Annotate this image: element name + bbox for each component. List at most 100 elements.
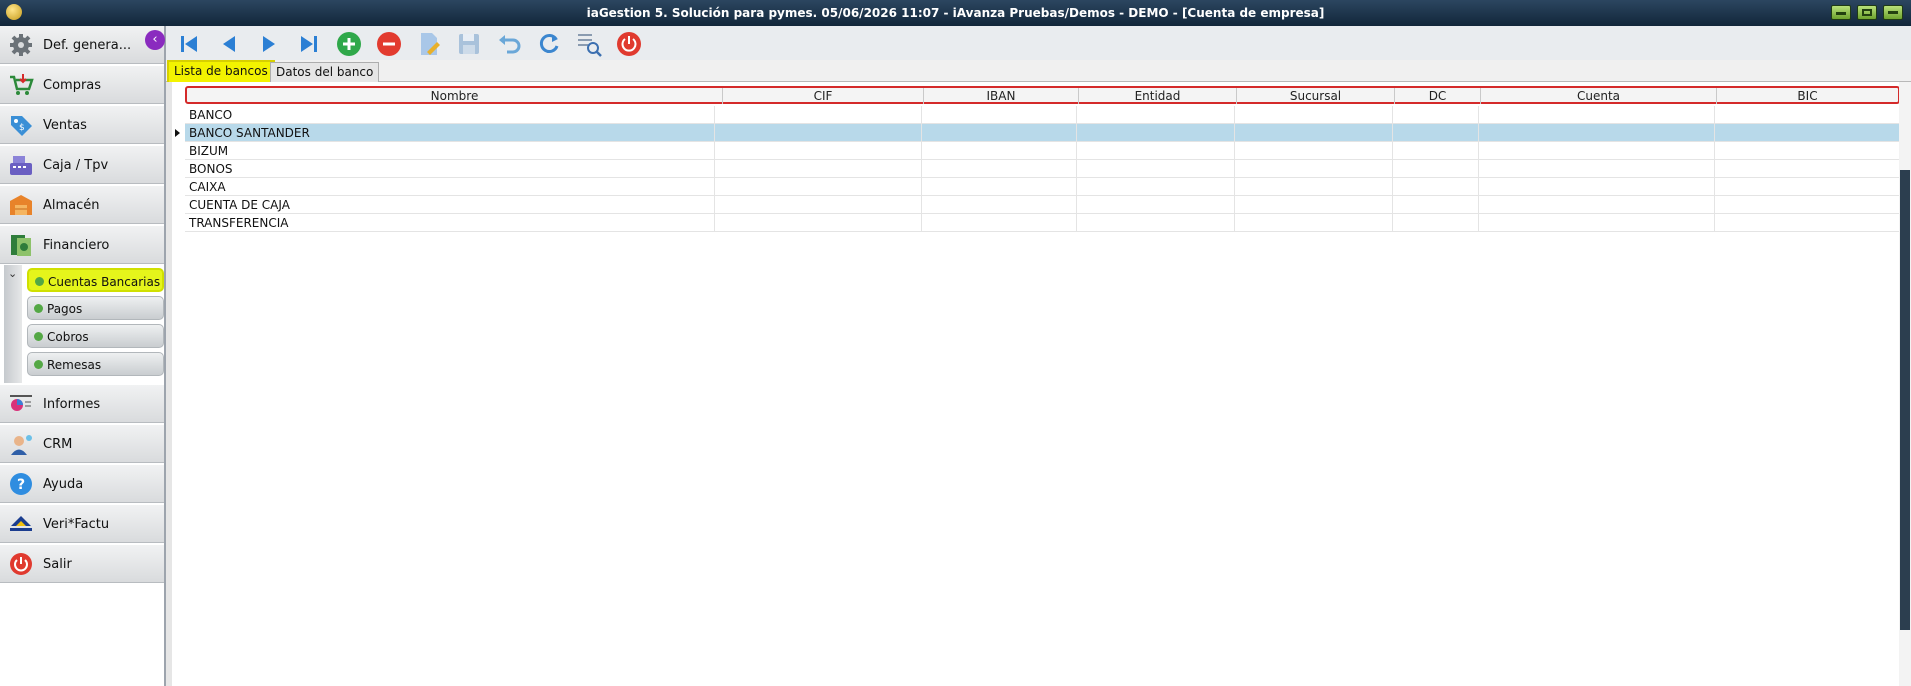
maximize-button[interactable] [1857,5,1877,20]
sidebar-item-label: Salir [43,557,72,572]
cell-nombre: BIZUM [185,142,715,160]
sidebar-item-ayuda[interactable]: ? Ayuda [0,465,164,503]
next-record-icon[interactable] [255,30,283,58]
table-cell [1479,178,1715,196]
last-record-icon[interactable] [295,30,323,58]
table-cell [721,142,922,160]
table-cell [922,214,1077,232]
table-cell [1235,196,1393,214]
table-cell [721,106,922,124]
sidebar-item-label: Informes [43,397,101,412]
submenu-item-remesas[interactable]: Remesas [27,352,164,376]
vertical-scrollbar[interactable] [1899,82,1911,686]
table-row[interactable]: CAIXA [185,178,1900,196]
column-header-cuenta[interactable]: Cuenta [1481,88,1717,104]
submenu-item-cobros[interactable]: Cobros [27,324,164,348]
table-cell [1077,106,1235,124]
sidebar-item-label: Ayuda [43,477,84,492]
sidebar-item-financiero[interactable]: Financiero [0,226,164,264]
tab-datos-del-banco[interactable]: Datos del banco [270,62,380,82]
table-cell [922,124,1077,142]
sidebar-item-informes[interactable]: Informes [0,385,164,423]
table-cell [1479,196,1715,214]
table-row[interactable]: TRANSFERENCIA [185,214,1900,232]
sidebar-item-salir[interactable]: Salir [0,545,164,583]
column-header-dc[interactable]: DC [1395,88,1481,104]
table-row[interactable]: BANCO [185,106,1900,124]
table-cell [1393,124,1479,142]
sidebar-item-label: CRM [43,437,73,452]
table-cell [721,178,922,196]
sales-tag-icon: $ [11,116,32,136]
sidebar-item-compras[interactable]: Compras [0,66,164,104]
table-cell [721,160,922,178]
table-cell [922,196,1077,214]
sidebar-item-almacen[interactable]: Almacén [0,186,164,224]
green-dot-icon [34,360,43,369]
sidebar-item-crm[interactable]: CRM [0,425,164,463]
table-cell [922,178,1077,196]
column-header-nombre[interactable]: Nombre [187,88,723,104]
verifactu-icon [10,516,32,531]
report-chart-icon [10,395,32,411]
table-cell [1393,142,1479,160]
column-header-entidad[interactable]: Entidad [1079,88,1237,104]
edit-document-icon[interactable] [415,30,443,58]
title-bar: iaGestion 5. Solución para pymes. 05/06/… [0,0,1911,26]
submenu-item-cuentas-bancarias[interactable]: Cuentas Bancarias [27,268,164,292]
column-header-cif[interactable]: CIF [723,88,924,104]
delete-icon[interactable] [375,30,403,58]
collapse-sidebar-button[interactable]: ‹ [145,30,165,50]
table-cell [1077,214,1235,232]
column-header-sucursal[interactable]: Sucursal [1237,88,1395,104]
cell-nombre: CUENTA DE CAJA [185,196,715,214]
refresh-icon[interactable] [535,30,563,58]
power-icon[interactable] [615,30,643,58]
table-row[interactable]: BIZUM [185,142,1900,160]
cell-nombre: BONOS [185,160,715,178]
table-cell [1393,196,1479,214]
minimize-button[interactable] [1831,5,1851,20]
sidebar-item-caja-tpv[interactable]: Caja / Tpv [0,146,164,184]
close-window-button[interactable] [1883,5,1903,20]
svg-text:$: $ [19,123,25,133]
scrollbar-thumb[interactable] [1900,170,1910,630]
table-cell [1393,106,1479,124]
table-row[interactable]: BONOS [185,160,1900,178]
chevron-double-down-icon[interactable]: ⌄ [8,267,17,280]
table-cell [1235,142,1393,160]
cell-nombre: CAIXA [185,178,715,196]
undo-icon[interactable] [495,30,523,58]
column-header-iban[interactable]: IBAN [924,88,1079,104]
table-cell [1715,178,1900,196]
table-cell [1393,178,1479,196]
add-icon[interactable] [335,30,363,58]
svg-text:?: ? [17,477,25,493]
previous-record-icon[interactable] [215,30,243,58]
table-row[interactable]: CUENTA DE CAJA [185,196,1900,214]
save-icon[interactable] [455,30,483,58]
warehouse-box-icon [10,195,32,215]
first-record-icon[interactable] [175,30,203,58]
submenu-rail: ⌄ [4,265,22,383]
sidebar-item-verifactu[interactable]: Veri*Factu [0,505,164,543]
table-cell [1393,214,1479,232]
table-cell [1479,214,1715,232]
sidebar-item-label: Veri*Factu [43,517,110,532]
submenu-item-pagos[interactable]: Pagos [27,296,164,320]
table-cell [1479,106,1715,124]
sidebar-item-ventas[interactable]: $ Ventas [0,106,164,144]
green-dot-icon [35,277,44,286]
table-cell [1715,124,1900,142]
bank-list-grid: Nombre CIF IBAN Entidad Sucursal DC Cuen… [166,82,1911,686]
sidebar-item-def-general[interactable]: Def. genera... [0,26,164,64]
row-pointer-icon [175,129,180,137]
window-title: iaGestion 5. Solución para pymes. 05/06/… [586,6,1325,20]
sidebar-item-label: Def. genera... [43,38,132,53]
column-header-bic[interactable]: BIC [1717,88,1898,104]
power-icon [10,553,32,575]
tab-lista-de-bancos[interactable]: Lista de bancos [167,60,275,83]
table-row[interactable]: BANCO SANTANDER [175,124,1900,142]
search-list-icon[interactable] [575,30,603,58]
sidebar: Def. genera... Compras $ Ventas Caja / T… [0,26,166,686]
